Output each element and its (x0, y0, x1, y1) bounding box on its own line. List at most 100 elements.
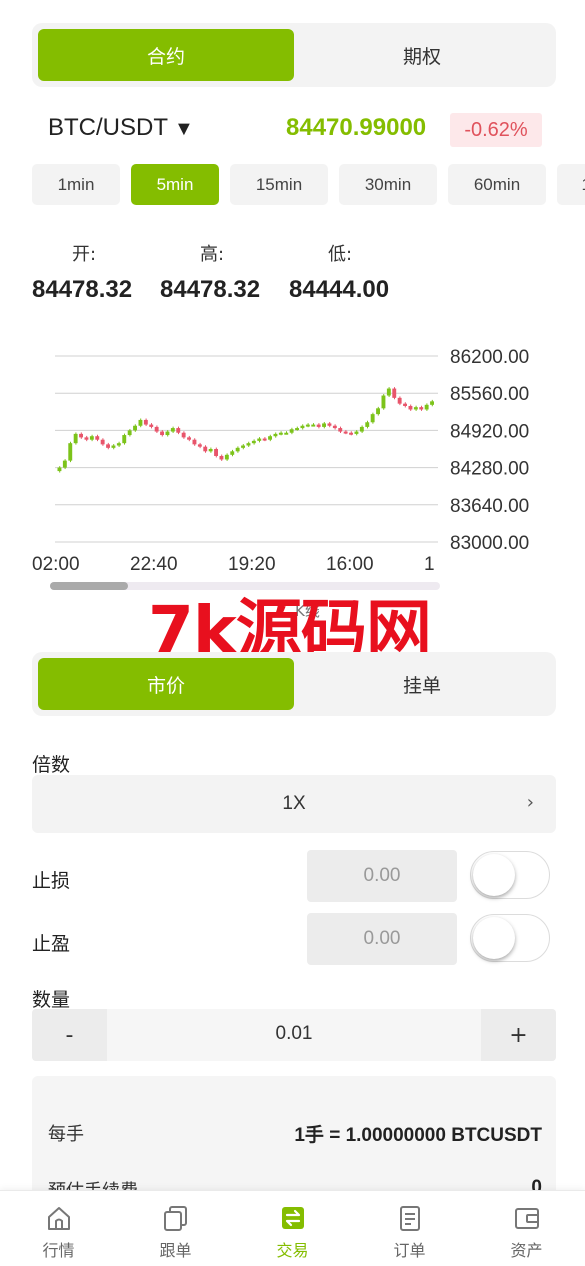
candle (289, 429, 294, 433)
x-tick-label: 16:00 (326, 554, 374, 575)
candle (349, 432, 353, 435)
wallet-icon (514, 1208, 539, 1229)
tab-options[interactable]: 期权 (294, 29, 550, 81)
leverage-label: 倍数 (32, 754, 71, 776)
candle (138, 419, 143, 426)
candle (262, 438, 267, 441)
interval-5min[interactable]: 5min (131, 164, 219, 205)
candle (305, 424, 310, 427)
candle (116, 443, 121, 446)
nav-label: 跟单 (159, 1241, 192, 1260)
interval-more[interactable]: 1 (557, 164, 585, 205)
pair-symbol: BTC/USDT (48, 114, 168, 141)
candle (257, 438, 262, 441)
candle (224, 454, 229, 460)
interval-15min[interactable]: 15min (230, 164, 328, 205)
quantity-minus-button[interactable]: - (32, 1009, 107, 1061)
candle (73, 433, 78, 444)
candle (273, 433, 278, 437)
tab-market[interactable]: 市价 (38, 658, 294, 710)
nav-trade[interactable]: 交易 (234, 1191, 351, 1266)
leverage-selector[interactable]: 1X › (32, 775, 556, 833)
y-tick-label: 84280.00 (450, 459, 529, 480)
candle (354, 431, 359, 434)
stop-loss-label: 止损 (32, 870, 71, 892)
y-tick-label: 86200.00 (450, 347, 529, 368)
x-tick-label: 1 (424, 554, 435, 575)
candle (403, 403, 407, 406)
nav-label: 资产 (510, 1241, 543, 1260)
y-tick-label: 83000.00 (450, 533, 529, 554)
candle (246, 443, 251, 446)
stop-loss-toggle[interactable] (470, 851, 550, 899)
candle (62, 460, 67, 468)
nav-assets[interactable]: 资产 (468, 1191, 585, 1266)
candle (143, 419, 148, 425)
candle (165, 431, 170, 436)
candle (122, 435, 127, 444)
exchange-icon (281, 1207, 304, 1229)
candle (332, 425, 337, 429)
candle (376, 408, 380, 415)
take-profit-input[interactable]: 0.00 (307, 913, 457, 965)
nav-label: 交易 (276, 1241, 309, 1260)
tab-limit[interactable]: 挂单 (294, 658, 550, 710)
candle (392, 388, 397, 398)
candle (219, 455, 224, 460)
candle (365, 422, 370, 427)
tab-contract[interactable]: 合约 (38, 29, 294, 81)
candle (430, 401, 434, 405)
take-profit-toggle[interactable] (470, 914, 550, 962)
interval-1min[interactable]: 1min (32, 164, 120, 205)
x-tick-label: 19:20 (228, 554, 276, 575)
candle (230, 451, 235, 455)
candle (89, 436, 94, 440)
open-value: 84478.32 (32, 276, 133, 303)
leverage-value: 1X (282, 793, 306, 814)
nav-market[interactable]: 行情 (0, 1191, 117, 1266)
interval-tabs: 1min 5min 15min 30min 60min 1 (32, 164, 585, 206)
interval-30min[interactable]: 30min (339, 164, 437, 205)
candle (241, 445, 245, 448)
candle (370, 414, 375, 423)
kline-chart[interactable]: 86200.00 85560.00 84920.00 84280.00 83640.00… (0, 330, 585, 620)
x-tick-label: 02:00 (32, 554, 80, 575)
candle (149, 424, 154, 427)
candle (106, 444, 110, 448)
candle (214, 449, 218, 456)
low-value: 84444.00 (289, 276, 390, 303)
candle (95, 436, 100, 440)
candle (424, 404, 429, 410)
candle (327, 423, 332, 426)
product-tabs: 合约 期权 (32, 23, 556, 87)
stop-loss-input[interactable]: 0.00 (307, 850, 457, 902)
candle (176, 428, 181, 433)
interval-60min[interactable]: 60min (448, 164, 546, 205)
quantity-label: 数量 (32, 989, 71, 1011)
candle (343, 431, 348, 434)
candle (79, 433, 83, 438)
quantity-plus-button[interactable]: + (481, 1009, 556, 1061)
per-lot-label: 每手 (48, 1124, 84, 1145)
nav-copy-trade[interactable]: 跟单 (117, 1191, 234, 1266)
candle (311, 424, 316, 427)
candle (208, 449, 213, 452)
candle (386, 388, 391, 396)
last-price: 84470.99000 (286, 114, 427, 141)
order-icon (399, 1206, 420, 1231)
candle (181, 432, 186, 438)
quantity-input[interactable]: 0.01 (107, 1023, 481, 1045)
candle (268, 436, 272, 440)
candle (278, 432, 283, 435)
candle (338, 428, 343, 432)
open-label: 开: (72, 244, 97, 265)
nav-orders[interactable]: 订单 (351, 1191, 468, 1266)
per-lot-value: 1手 = 1.00000000 BTCUSDT (294, 1125, 542, 1146)
copy-icon (163, 1206, 187, 1231)
x-tick-label: 22:40 (130, 554, 178, 575)
candle (84, 437, 89, 440)
candle (251, 440, 256, 444)
pair-selector[interactable]: BTC/USDT ▼ (48, 114, 194, 142)
price-change-badge: -0.62% (450, 113, 542, 147)
candle (413, 407, 418, 410)
